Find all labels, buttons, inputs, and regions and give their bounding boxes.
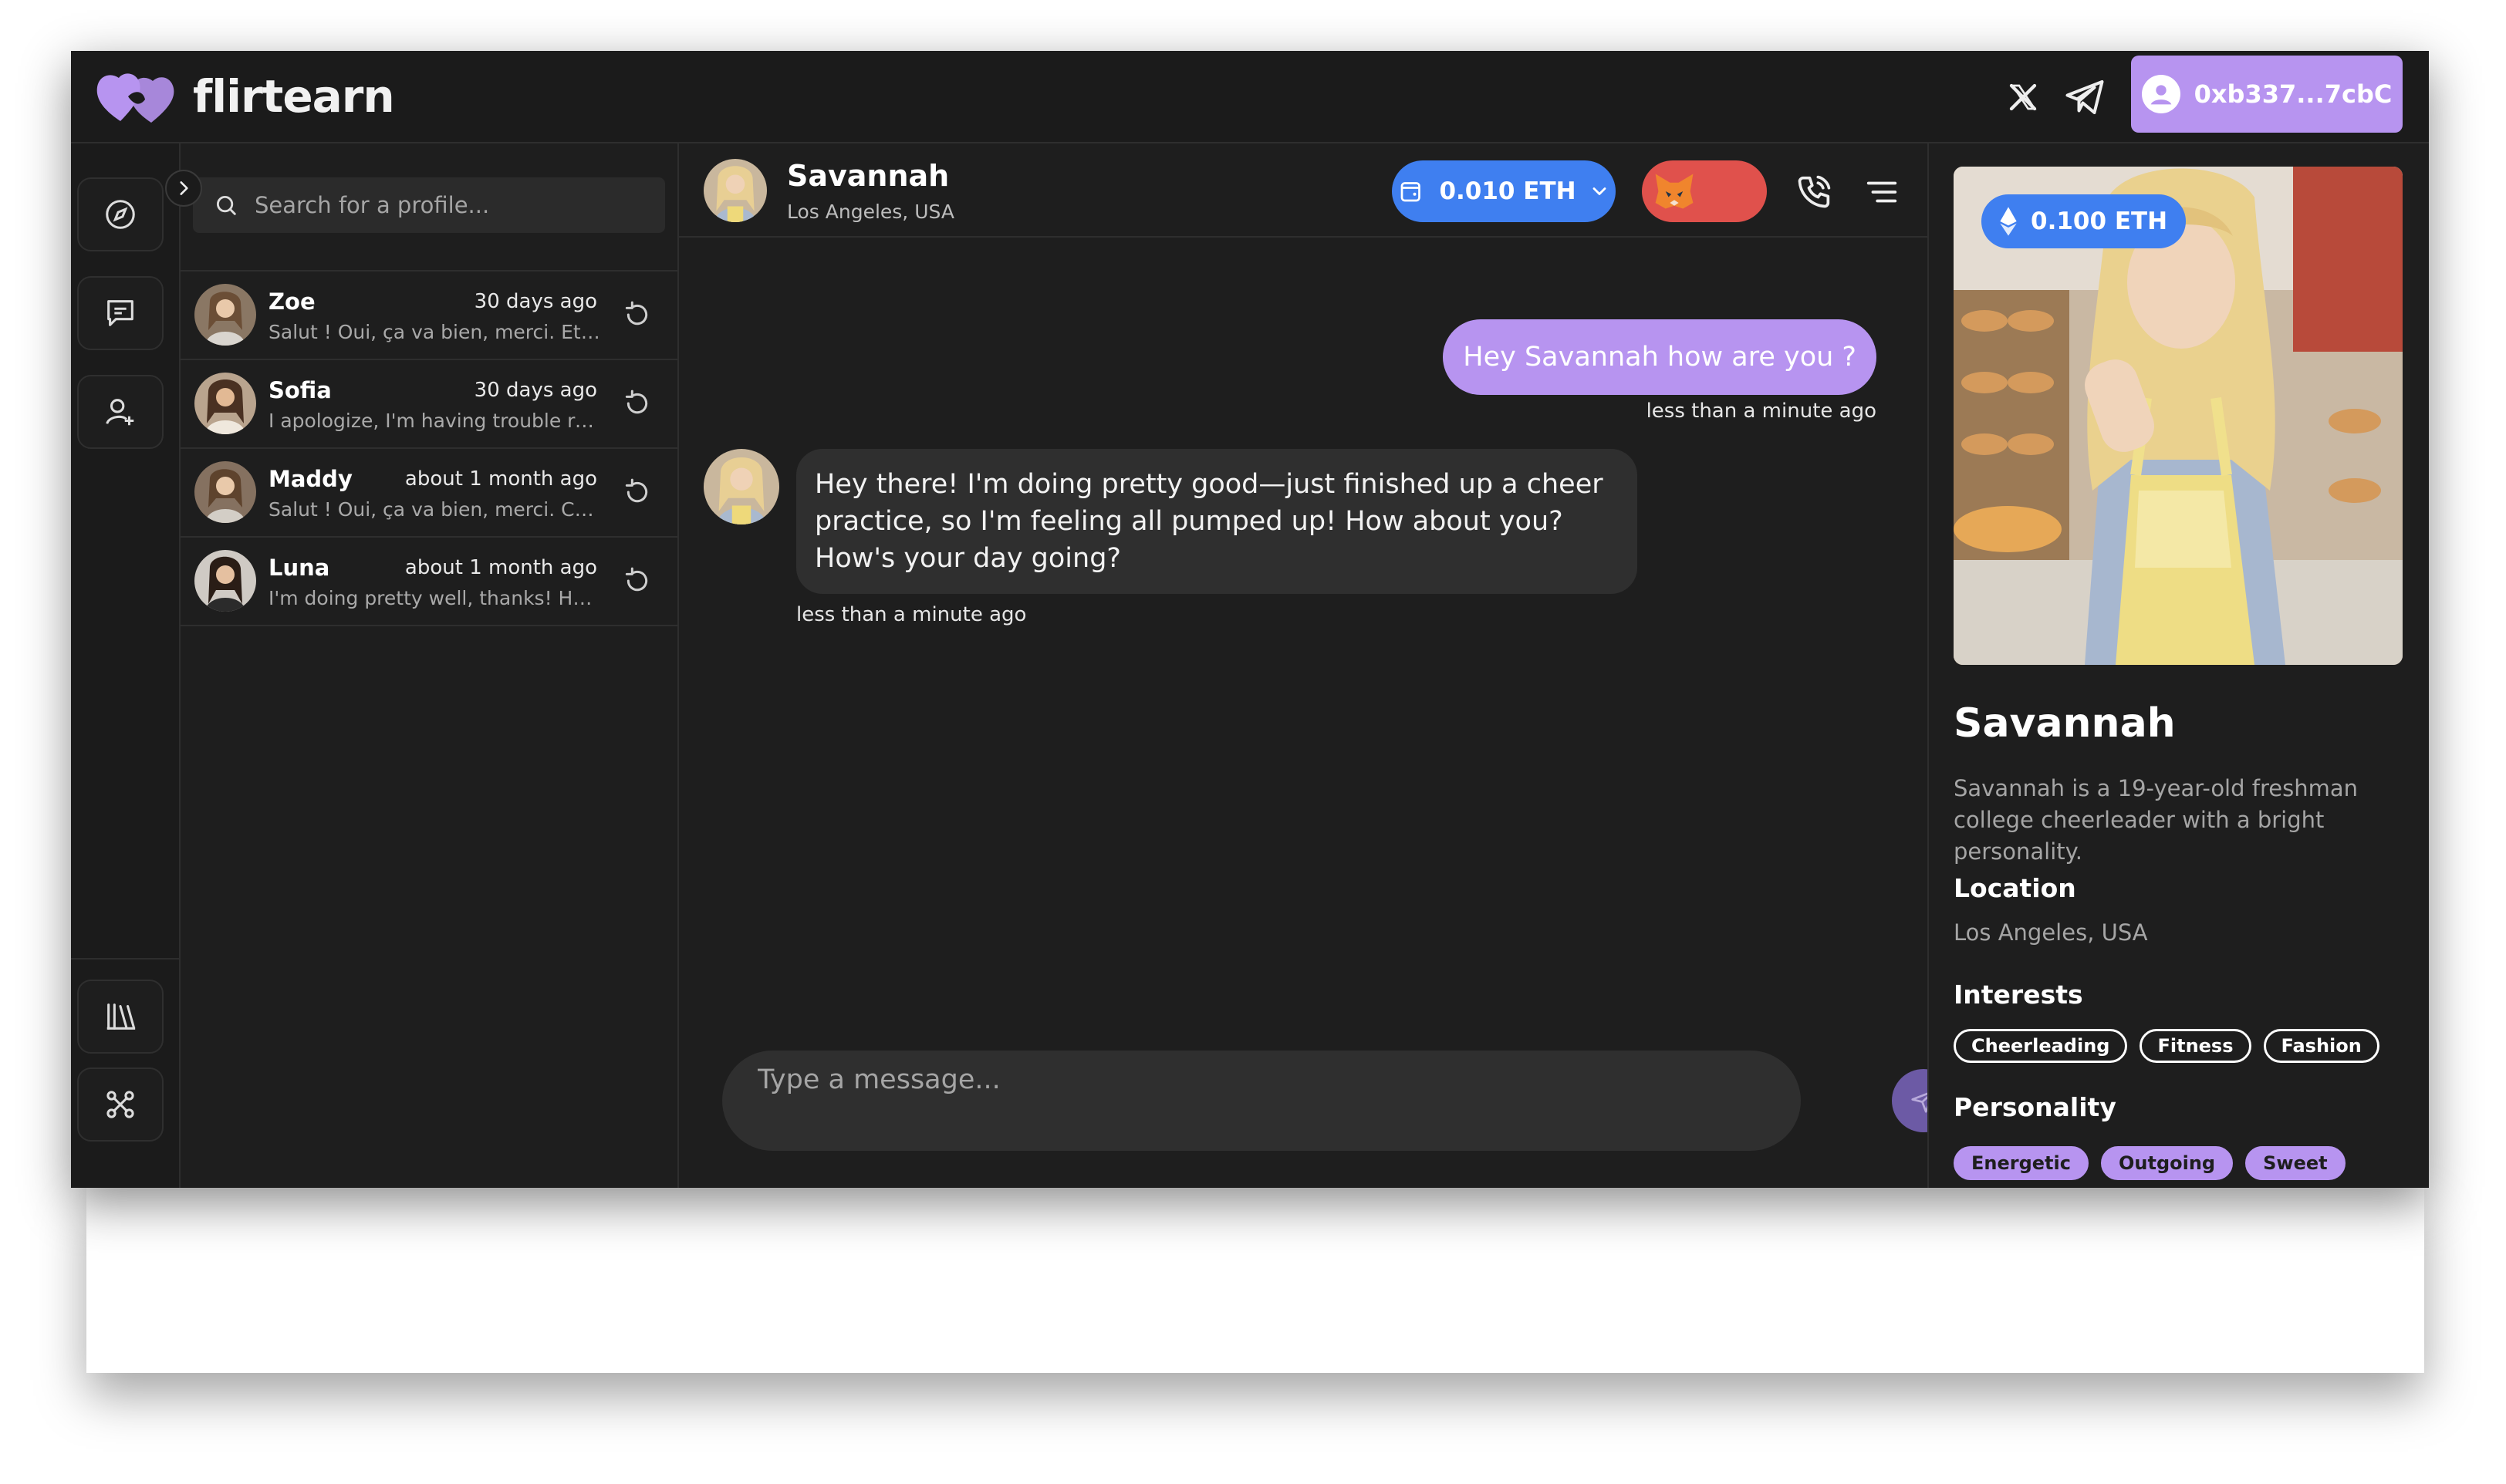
rail-divider — [71, 958, 181, 960]
conversation-time: about 1 month ago — [404, 556, 597, 579]
nav-library-button[interactable] — [77, 980, 164, 1054]
x-logo-icon[interactable] — [2000, 74, 2046, 120]
refresh-icon[interactable] — [622, 388, 653, 419]
collapse-toggle-button[interactable] — [165, 170, 202, 207]
chevron-right-icon — [180, 181, 188, 195]
avatar — [194, 461, 256, 523]
profile-bio: Savannah is a 19-year-old freshman colle… — [1954, 775, 2358, 865]
avatar — [194, 284, 256, 346]
chat-contact-location: Los Angeles, USA — [787, 201, 954, 223]
message-timestamp: less than a minute ago — [1646, 400, 1876, 423]
top-bar: flirtearn 0xb337...7cbC — [71, 51, 2429, 143]
incoming-message: Hey there! I'm doing pretty good—just fi… — [796, 449, 1637, 594]
profile-name: Savannah — [1954, 700, 2176, 747]
menu-icon[interactable] — [1864, 174, 1900, 210]
message-text: Hey there! I'm doing pretty good—just fi… — [815, 469, 1603, 574]
user-circle-icon — [2141, 75, 2180, 113]
library-icon — [106, 1003, 136, 1030]
conversation-preview: I'm doing pretty well, thanks! How... — [268, 587, 600, 609]
message-input[interactable] — [758, 1064, 1761, 1134]
wallet-address: 0xb337...7cbC — [2194, 79, 2393, 109]
network-icon — [106, 1091, 134, 1118]
phone-icon[interactable] — [1795, 171, 1835, 211]
telegram-icon[interactable] — [2062, 74, 2108, 120]
logo[interactable]: flirtearn — [94, 62, 395, 131]
location-heading: Location — [1954, 873, 2076, 903]
avatar — [704, 449, 779, 524]
personality-tags: Energetic Outgoing Sweet — [1954, 1146, 2346, 1180]
conversation-preview: Salut ! Oui, ça va bien, merci. Co... — [268, 498, 600, 521]
metamask-button[interactable] — [1642, 160, 1767, 222]
conversation-time: 30 days ago — [474, 379, 597, 402]
conversation-preview: Salut ! Oui, ça va bien, merci. Et to... — [268, 321, 600, 343]
profile-price-badge: 0.100 ETH — [1981, 194, 2187, 248]
conversation-item-sofia[interactable]: Sofia 30 days ago I apologize, I'm havin… — [181, 360, 679, 449]
nav-network-button[interactable] — [77, 1067, 164, 1142]
conversation-time: about 1 month ago — [404, 467, 597, 491]
search-box — [193, 177, 665, 233]
chat-icon — [107, 300, 133, 326]
interests-heading: Interests — [1954, 980, 2083, 1010]
wallet-icon — [1401, 182, 1421, 202]
outgoing-message: Hey Savannah how are you ? — [1443, 319, 1876, 395]
profile-photo: 0.100 ETH — [1954, 167, 2403, 665]
chat-header: Savannah Los Angeles, USA 0.010 ETH — [679, 143, 1927, 238]
hearts-logo-icon — [96, 73, 174, 123]
nav-explore-button[interactable] — [77, 177, 164, 251]
conversation-items: Zoe 30 days ago Salut ! Oui, ça va bien,… — [181, 270, 679, 626]
profile-price: 0.100 ETH — [2031, 207, 2168, 235]
avatar — [194, 373, 256, 434]
balance-dropdown-button[interactable]: 0.010 ETH — [1392, 160, 1616, 222]
conversation-name: Zoe — [268, 288, 316, 315]
interest-tag: Fashion — [2263, 1029, 2379, 1063]
metamask-fox-icon — [1655, 174, 1694, 209]
conversation-item-maddy[interactable]: Maddy about 1 month ago Salut ! Oui, ça … — [181, 449, 679, 538]
avatar[interactable] — [704, 159, 767, 222]
chevron-down-icon — [1592, 187, 1606, 195]
compass-icon — [106, 200, 135, 229]
avatar — [194, 550, 256, 612]
add-user-icon — [106, 399, 134, 426]
interests-tags: Cheerleading Fitness Fashion — [1954, 1029, 2379, 1063]
wallet-connect-button[interactable]: 0xb337...7cbC — [2131, 56, 2403, 133]
message-text: Hey Savannah how are you ? — [1463, 342, 1856, 373]
conversation-item-zoe[interactable]: Zoe 30 days ago Salut ! Oui, ça va bien,… — [181, 272, 679, 360]
backdrop-card — [86, 1188, 2424, 1373]
conversation-preview: I apologize, I'm having trouble res... — [268, 410, 600, 432]
conversation-item-luna[interactable]: Luna about 1 month ago I'm doing pretty … — [181, 538, 679, 626]
conversation-name: Luna — [268, 555, 330, 581]
interest-tag: Fitness — [2140, 1029, 2251, 1063]
balance-amount: 0.010 ETH — [1439, 177, 1576, 205]
refresh-icon[interactable] — [622, 477, 653, 508]
search-input[interactable] — [255, 192, 656, 218]
chat-contact-name: Savannah — [787, 159, 950, 193]
screenshot-stage: flirtearn 0xb337...7cbC Search for a pro… — [0, 0, 2506, 1484]
conversation-time: 30 days ago — [474, 290, 597, 313]
personality-tag: Sweet — [2245, 1146, 2346, 1180]
app-window: flirtearn 0xb337...7cbC Search for a pro… — [71, 51, 2429, 1188]
search-icon — [216, 195, 236, 215]
conversation-name: Maddy — [268, 466, 353, 492]
personality-heading: Personality — [1954, 1092, 2116, 1122]
brand-name: flirtearn — [193, 70, 395, 123]
profile-panel: 0.100 ETH Savannah Savannah is a 19-year… — [1927, 143, 2429, 1188]
interest-tag: Cheerleading — [1954, 1029, 2128, 1063]
personality-tag: Outgoing — [2100, 1146, 2234, 1180]
nav-chat-button[interactable] — [77, 276, 164, 350]
message-composer — [722, 1051, 1801, 1151]
message-timestamp: less than a minute ago — [796, 603, 1027, 626]
ethereum-icon — [2000, 207, 2017, 236]
chat-panel: Savannah Los Angeles, USA 0.010 ETH Hey … — [679, 143, 1955, 1188]
nav-rail — [71, 143, 181, 1188]
personality-tag: Energetic — [1954, 1146, 2089, 1180]
nav-add-profile-button[interactable] — [77, 375, 164, 449]
refresh-icon[interactable] — [622, 565, 653, 596]
conversation-name: Sofia — [268, 377, 332, 403]
conversation-list-panel: Zoe 30 days ago Salut ! Oui, ça va bien,… — [181, 143, 679, 1188]
refresh-icon[interactable] — [622, 299, 653, 330]
profile-location: Los Angeles, USA — [1954, 919, 2148, 946]
